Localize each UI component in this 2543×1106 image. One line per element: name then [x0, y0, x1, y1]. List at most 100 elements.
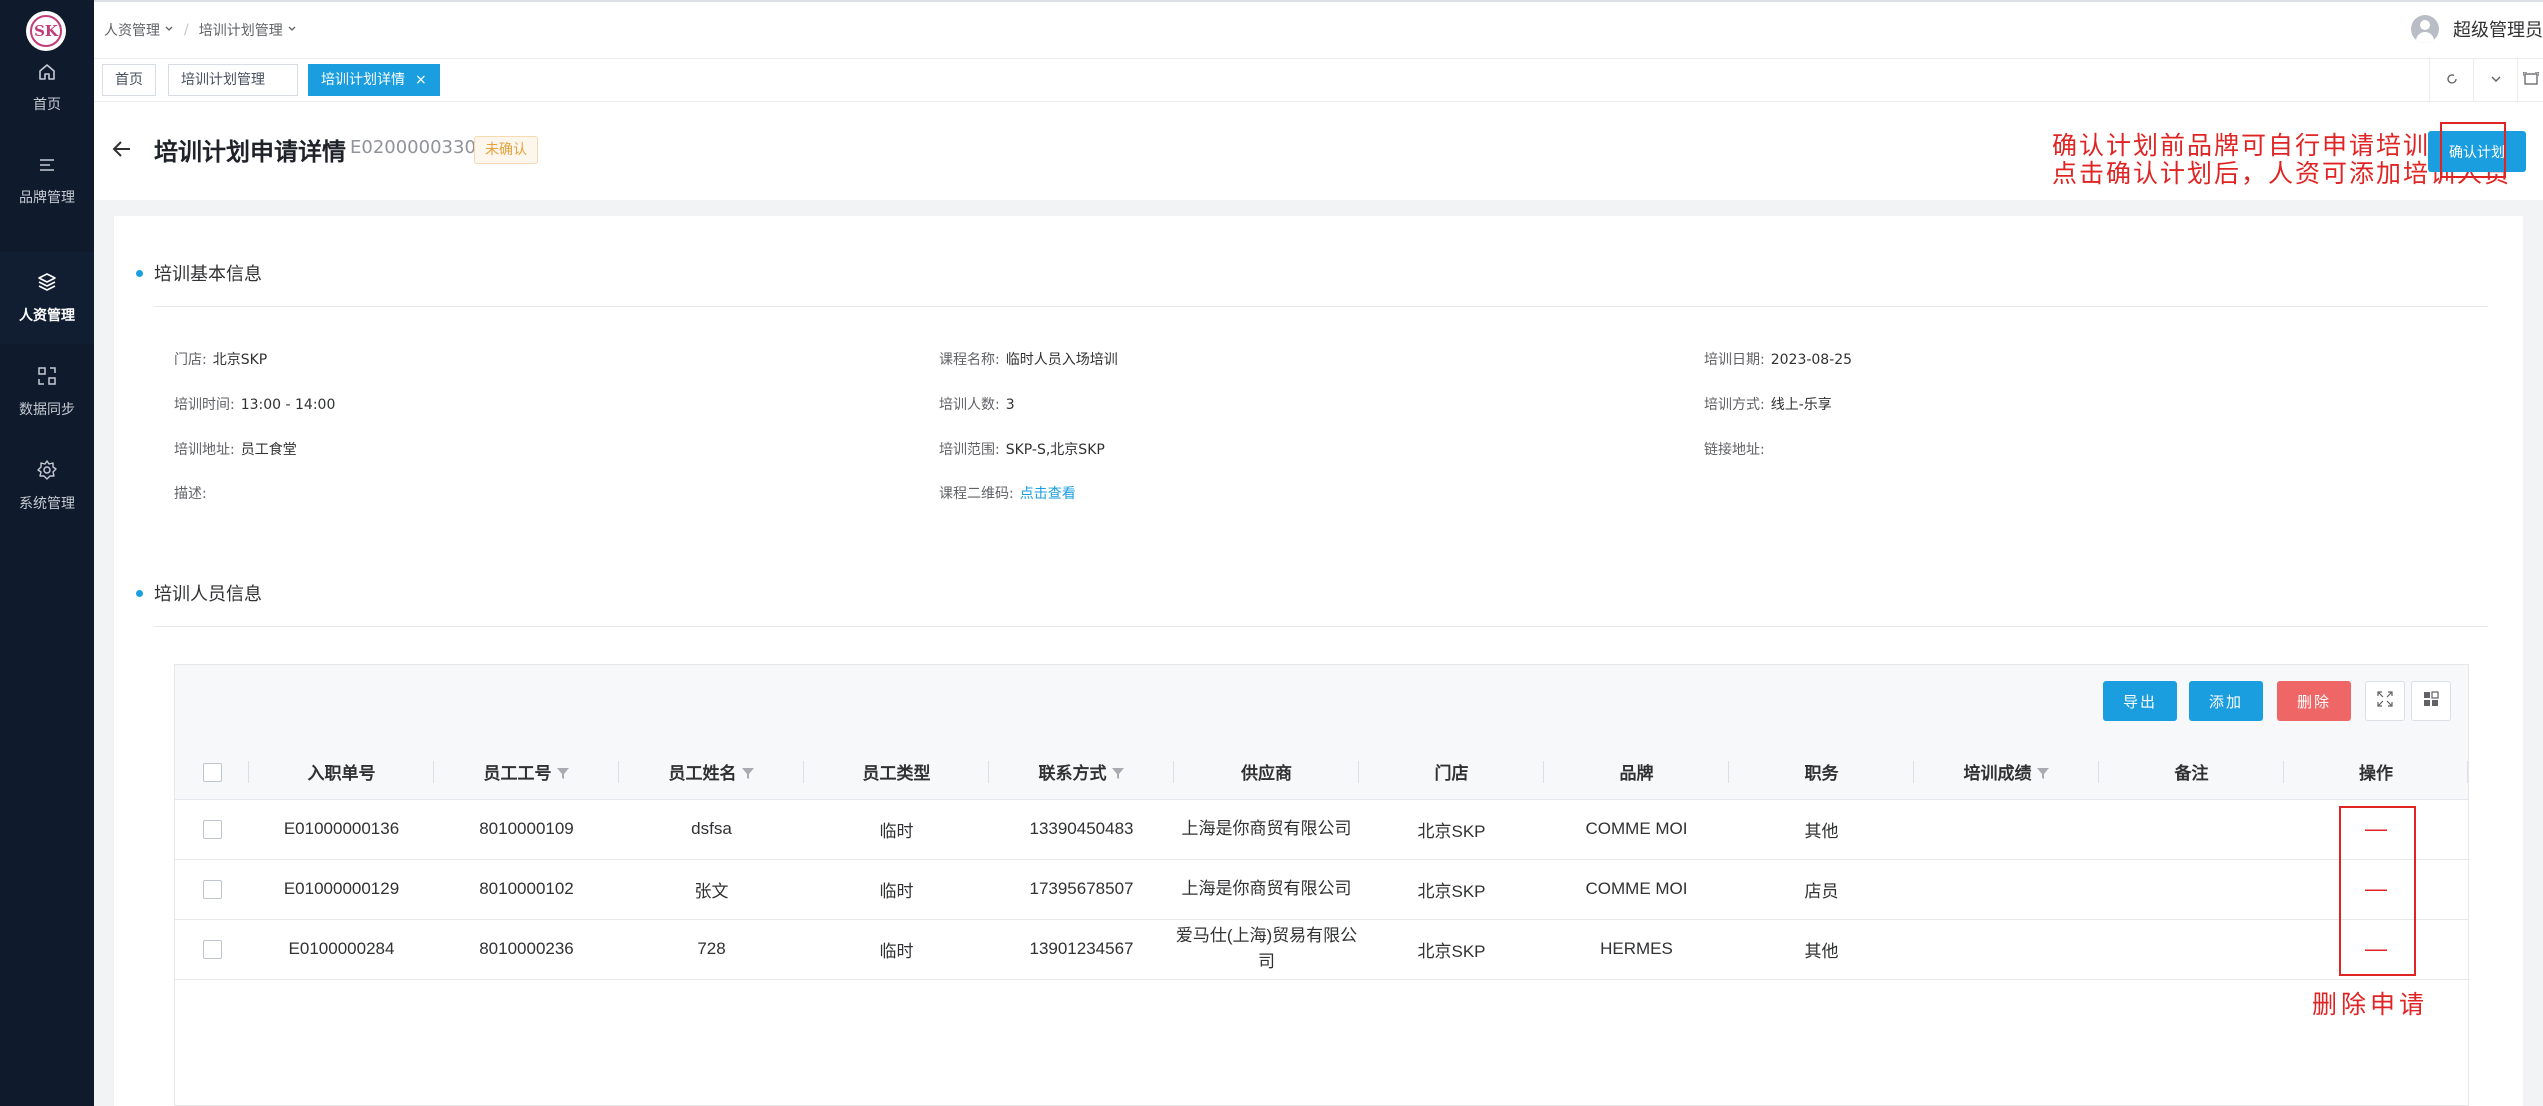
field-scope: 培训范围: SKP-S,北京SKP — [939, 439, 1105, 459]
cell-employee-type: 临时 — [804, 919, 989, 980]
detail-card: 培训基本信息 门店: 北京SKP 课程名称: 临时人员入场培训 培训日期: 2023-… — [114, 216, 2523, 1106]
cell-score — [1914, 919, 2099, 980]
status-badge: 未确认 — [474, 136, 538, 164]
avatar-icon — [2411, 15, 2439, 43]
row-select-cell — [175, 919, 249, 980]
select-all-cell — [175, 745, 249, 800]
cell-store: 北京SKP — [1359, 859, 1544, 920]
page-title: 培训计划申请详情 — [154, 138, 346, 166]
view-qrcode-link[interactable]: 点击查看 — [1020, 486, 1076, 502]
field-value: 北京SKP — [212, 352, 268, 368]
delete-button[interactable]: 删除 — [2277, 681, 2351, 721]
top-border — [94, 0, 2543, 2]
cell-entry-no: E01000000136 — [249, 799, 434, 860]
gear-icon — [36, 459, 58, 485]
row-checkbox[interactable] — [202, 940, 222, 959]
column-header: 员工类型 — [804, 745, 989, 800]
column-label: 员工工号 — [483, 763, 552, 783]
cell-supplier: 爱马仕(上海)贸易有限公司 — [1174, 919, 1359, 980]
sidebar-item-brand[interactable]: 品牌管理 — [0, 135, 94, 227]
field-headcount: 培训人数: 3 — [939, 394, 1015, 414]
filter-icon[interactable] — [556, 765, 570, 785]
chevron-down-icon — [2489, 71, 2503, 90]
column-header: 供应商 — [1174, 745, 1359, 800]
tab-label: 培训计划详情 — [321, 72, 405, 88]
column-header: 职务 — [1729, 745, 1914, 800]
column-header: 联系方式 — [989, 745, 1174, 800]
column-label: 联系方式 — [1038, 763, 1107, 783]
sidebar-item-label: 首页 — [33, 97, 61, 113]
column-header: 员工姓名 — [619, 745, 804, 800]
field-value: 3 — [1005, 397, 1015, 413]
tab-plan-detail[interactable]: 培训计划详情 × — [308, 64, 440, 96]
people-table: 入职单号 员工工号 员工姓名 员工类型 联系方式 供应商 门店 品牌 职务 培训… — [175, 745, 2468, 980]
field-qrcode: 课程二维码: 点击查看 — [939, 483, 1076, 503]
sidebar-item-home[interactable]: 首页 — [0, 42, 94, 134]
column-label: 培训成绩 — [1963, 763, 2032, 783]
cell-employee-type: 临时 — [804, 799, 989, 860]
table-toolbar: 导出 添加 删除 — [175, 665, 2468, 745]
filter-icon[interactable] — [1111, 765, 1125, 785]
breadcrumb-label: 人资管理 — [104, 23, 160, 39]
field-value: 线上-乐享 — [1770, 397, 1832, 413]
sidebar-item-hr[interactable]: 人资管理 — [0, 252, 94, 344]
fullscreen-icon — [2521, 71, 2540, 90]
field-training-method: 培训方式: 线上-乐享 — [1704, 394, 1832, 414]
cell-brand: COMME MOI — [1544, 859, 1729, 920]
row-checkbox[interactable] — [202, 820, 222, 839]
row-checkbox[interactable] — [202, 880, 222, 899]
column-label: 操作 — [2359, 764, 2393, 784]
column-settings-button[interactable] — [2411, 681, 2451, 721]
tab-label: 培训计划管理 — [181, 72, 265, 88]
cell-store: 北京SKP — [1359, 799, 1544, 860]
breadcrumb-label: 培训计划管理 — [198, 23, 283, 39]
sidebar-item-system[interactable]: 系统管理 — [0, 440, 94, 532]
field-label: 培训方式: — [1704, 397, 1765, 413]
filter-icon[interactable] — [741, 765, 755, 785]
field-label: 描述: — [174, 486, 207, 502]
back-arrow-icon[interactable] — [112, 140, 132, 162]
fullscreen-button[interactable] — [2517, 59, 2543, 102]
tab-label: 首页 — [115, 72, 143, 88]
field-label: 培训时间: — [174, 397, 235, 413]
cell-employee-type: 临时 — [804, 859, 989, 920]
field-label: 课程二维码: — [939, 486, 1014, 502]
tab-home[interactable]: 首页 — [102, 64, 156, 96]
tab-plan-management[interactable]: 培训计划管理 — [168, 64, 298, 96]
field-link-address: 链接地址: — [1704, 439, 1771, 459]
export-button[interactable]: 导出 — [2103, 681, 2177, 721]
user-menu[interactable]: 超级管理员 — [2411, 15, 2543, 43]
expand-button[interactable] — [2365, 681, 2405, 721]
home-icon — [37, 62, 57, 86]
people-table-panel: 导出 添加 删除 入职单号 员工工号 员工姓名 员工类型 联系方式 供应商 门店… — [174, 664, 2469, 1106]
column-label: 员工姓名 — [668, 763, 737, 783]
field-label: 培训范围: — [939, 442, 1000, 458]
field-label: 培训日期: — [1704, 352, 1765, 368]
column-header: 备注 — [2099, 745, 2284, 800]
cell-score — [1914, 799, 2099, 860]
expand-icon — [2377, 691, 2393, 711]
field-store: 门店: 北京SKP — [174, 349, 267, 369]
sidebar-item-sync[interactable]: 数据同步 — [0, 346, 94, 438]
divider — [154, 306, 2488, 307]
refresh-button[interactable] — [2429, 59, 2473, 102]
close-icon[interactable]: × — [415, 72, 427, 88]
annotation-delete-highlight-box — [2339, 806, 2416, 976]
section-title-basic: 培训基本信息 — [136, 260, 262, 286]
top-header: 人资管理 / 培训计划管理 超级管理员 — [94, 0, 2543, 59]
cell-employee-name: 728 — [619, 919, 804, 980]
cell-employee-no: 8010000236 — [434, 919, 619, 980]
cell-brand: HERMES — [1544, 919, 1729, 980]
filter-icon[interactable] — [2036, 765, 2050, 785]
select-all-checkbox[interactable] — [202, 762, 222, 782]
row-select-cell — [175, 799, 249, 860]
tabs-dropdown-button[interactable] — [2473, 59, 2517, 102]
user-name: 超级管理员 — [2453, 20, 2543, 41]
column-label: 品牌 — [1619, 764, 1654, 784]
chevron-down-icon — [164, 22, 174, 38]
column-label: 供应商 — [1241, 764, 1292, 784]
breadcrumb-item-hr[interactable]: 人资管理 — [104, 20, 174, 40]
grid-icon — [2423, 691, 2439, 711]
add-button[interactable]: 添加 — [2189, 681, 2263, 721]
breadcrumb-item-plan[interactable]: 培训计划管理 — [199, 20, 297, 40]
